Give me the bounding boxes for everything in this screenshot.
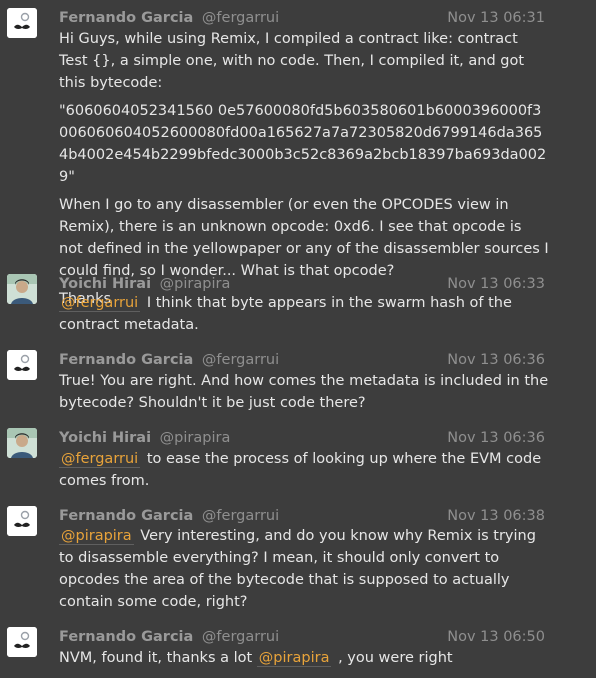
profile-photo-avatar-icon[interactable] (7, 274, 37, 304)
author-name[interactable]: Fernando Garcia (59, 508, 193, 524)
user-mention[interactable]: @pirapira (256, 650, 332, 667)
user-mention[interactable]: @fergarrui (59, 295, 141, 312)
message-timestamp: Nov 13 06:50 (447, 629, 545, 645)
chat-message: Yoichi Hirai @pirapira Nov 13 06:36 @fer… (0, 428, 596, 492)
author-handle[interactable]: @fergarrui (202, 352, 279, 368)
chat-message: Fernando Garcia @fergarrui Nov 13 06:50 … (0, 627, 596, 673)
chat-message: Fernando Garcia @fergarrui Nov 13 06:38 … (0, 506, 596, 616)
chat-message: Fernando Garcia @fergarrui Nov 13 06:36 … (0, 350, 596, 414)
message-timestamp: Nov 13 06:38 (447, 508, 545, 524)
message-header: Yoichi Hirai @pirapira Nov 13 06:33 (59, 274, 545, 294)
message-timestamp: Nov 13 06:31 (447, 10, 545, 26)
message-header: Fernando Garcia @fergarrui Nov 13 06:50 (59, 627, 545, 647)
chat-message-list: Fernando Garcia @fergarrui Nov 13 06:31 … (0, 0, 596, 678)
message-text: NVM, found it, thanks a lot (59, 650, 257, 666)
message-body: Hi Guys, while using Remix, I compiled a… (59, 28, 549, 316)
author-handle[interactable]: @pirapira (160, 430, 231, 446)
message-text: , you were right (333, 650, 453, 666)
author-name[interactable]: Yoichi Hirai (59, 276, 151, 292)
mustache-avatar-icon[interactable] (7, 506, 37, 536)
message-body: @fergarrui I think that byte appears in … (59, 292, 549, 336)
chat-message: Yoichi Hirai @pirapira Nov 13 06:33 @fer… (0, 274, 596, 338)
author-handle[interactable]: @fergarrui (202, 508, 279, 524)
author-handle[interactable]: @fergarrui (202, 10, 279, 26)
message-body: @fergarrui to ease the process of lookin… (59, 448, 549, 492)
message-timestamp: Nov 13 06:36 (447, 430, 545, 446)
mustache-avatar-icon[interactable] (7, 8, 37, 38)
author-name[interactable]: Fernando Garcia (59, 629, 193, 645)
message-header: Fernando Garcia @fergarrui Nov 13 06:36 (59, 350, 545, 370)
message-paragraph: When I go to any disassembler (or even t… (59, 197, 549, 279)
mustache-avatar-icon[interactable] (7, 627, 37, 657)
message-header: Fernando Garcia @fergarrui Nov 13 06:38 (59, 506, 545, 526)
message-paragraph: "6060604052341560 0e57600080fd5b60358060… (59, 103, 547, 185)
message-header: Fernando Garcia @fergarrui Nov 13 06:31 (59, 8, 545, 28)
message-body: @pirapira Very interesting, and do you k… (59, 525, 549, 613)
author-name[interactable]: Fernando Garcia (59, 10, 193, 26)
author-handle[interactable]: @pirapira (160, 276, 231, 292)
user-mention[interactable]: @pirapira (59, 528, 134, 545)
author-name[interactable]: Fernando Garcia (59, 352, 193, 368)
message-text: True! You are right. And how comes the m… (59, 373, 549, 411)
message-paragraph: Hi Guys, while using Remix, I compiled a… (59, 31, 525, 91)
profile-photo-avatar-icon[interactable] (7, 428, 37, 458)
message-timestamp: Nov 13 06:36 (447, 352, 545, 368)
message-header: Yoichi Hirai @pirapira Nov 13 06:36 (59, 428, 545, 448)
message-body: NVM, found it, thanks a lot @pirapira , … (59, 647, 549, 669)
message-timestamp: Nov 13 06:33 (447, 276, 545, 292)
mustache-avatar-icon[interactable] (7, 350, 37, 380)
author-name[interactable]: Yoichi Hirai (59, 430, 151, 446)
author-handle[interactable]: @fergarrui (202, 629, 279, 645)
chat-message: Fernando Garcia @fergarrui Nov 13 06:31 … (0, 8, 596, 307)
user-mention[interactable]: @fergarrui (59, 451, 141, 468)
